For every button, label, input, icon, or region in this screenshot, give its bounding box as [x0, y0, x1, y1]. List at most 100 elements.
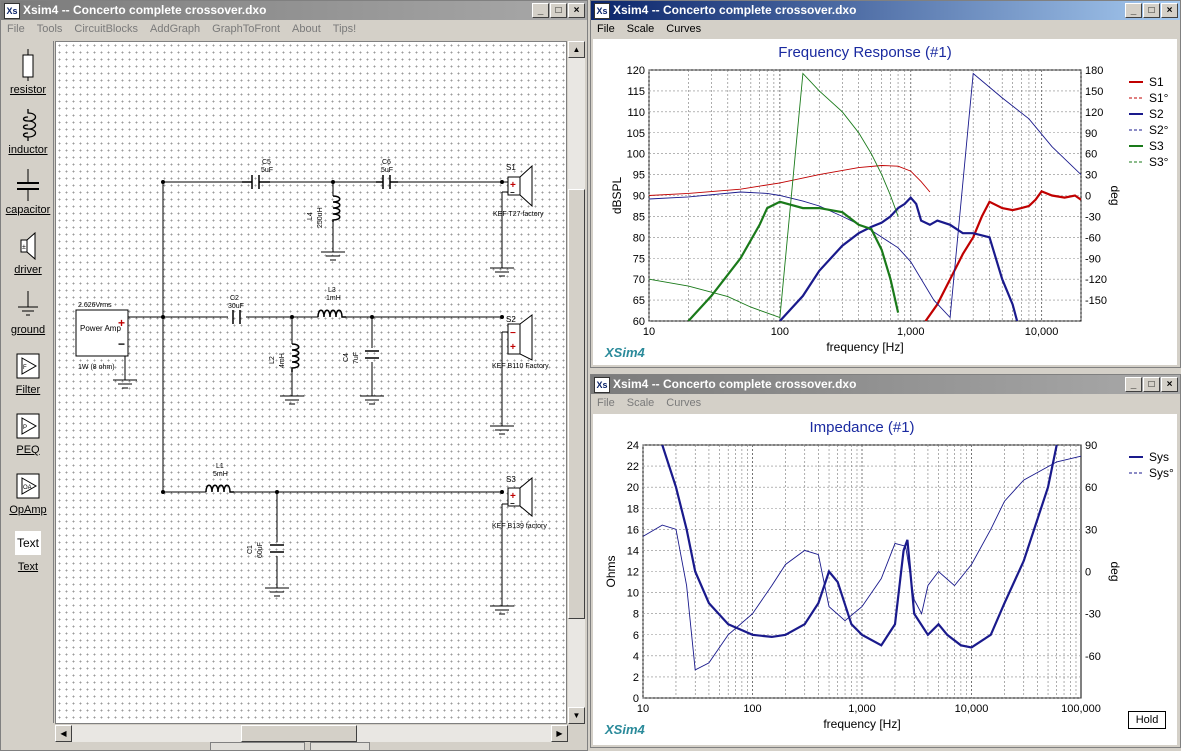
- power-amp-name: Power Amp: [80, 324, 121, 333]
- menu-tips[interactable]: Tips!: [327, 20, 362, 39]
- menu-graphtofront[interactable]: GraphToFront: [206, 20, 286, 39]
- tool-ground[interactable]: ground: [3, 289, 53, 336]
- scroll-right-button[interactable]: ▶: [551, 725, 568, 742]
- menu-file[interactable]: File: [1, 20, 31, 39]
- capacitor-c4[interactable]: [365, 350, 379, 359]
- capacitor-c6[interactable]: [376, 175, 398, 189]
- imp-y2-tick: -60: [1085, 651, 1101, 663]
- tool-filter[interactable]: F Filter: [3, 349, 53, 396]
- freq-y-tick: 110: [627, 107, 645, 119]
- freq-app-icon[interactable]: Xs: [594, 3, 610, 19]
- imp-menu-file[interactable]: File: [591, 394, 621, 413]
- svg-text:F: F: [23, 365, 27, 371]
- tool-capacitor-label: capacitor: [5, 204, 51, 216]
- inductor-icon: [22, 109, 37, 143]
- menu-addgraph[interactable]: AddGraph: [144, 20, 206, 39]
- freq-titlebar[interactable]: Xs Xsim4 -- Concerto complete crossover.…: [591, 1, 1180, 20]
- impedance-chart[interactable]: Impedance (#1)024681012141618202224-60-3…: [593, 414, 1177, 745]
- freq-close-button[interactable]: ×: [1161, 3, 1178, 18]
- freq-y2-tick: 120: [1085, 107, 1103, 119]
- imp-y-axis-label: Ohms: [604, 555, 618, 587]
- imp-minimize-button[interactable]: _: [1125, 377, 1142, 392]
- tool-driver[interactable]: ± driver: [3, 229, 53, 276]
- maximize-button[interactable]: □: [550, 3, 567, 18]
- svg-text:5mH: 5mH: [213, 471, 228, 478]
- capacitor-c5[interactable]: [242, 175, 270, 189]
- schematic-canvas[interactable]: Power Amp 2.626Vrms 1W (8 ohm) + − + − S1…: [55, 41, 567, 724]
- vertical-scroll-thumb[interactable]: [568, 189, 585, 619]
- driver-s2[interactable]: − + S2 KEF B110 Factory: [492, 314, 549, 370]
- freq-menu-file[interactable]: File: [591, 20, 621, 39]
- driver-s3[interactable]: +− S3 KEF B139 factory: [492, 475, 547, 530]
- menu-about[interactable]: About: [286, 20, 327, 39]
- freq-x-tick: 10,000: [1025, 326, 1059, 338]
- frequency-response-window: Xs Xsim4 -- Concerto complete crossover.…: [590, 0, 1181, 368]
- menu-tools[interactable]: Tools: [31, 20, 69, 39]
- inductor-l2[interactable]: [291, 343, 300, 372]
- tool-filter-label: Filter: [15, 384, 41, 396]
- imp-y2-axis-label: deg: [1108, 561, 1122, 581]
- capacitor-c2[interactable]: [232, 310, 241, 324]
- minimize-button[interactable]: _: [532, 3, 549, 18]
- peq-icon: P: [16, 413, 40, 439]
- horizontal-scroll-thumb[interactable]: [241, 725, 357, 742]
- bottom-tab-2[interactable]: [310, 742, 370, 751]
- inductor-l4[interactable]: [332, 195, 341, 222]
- scroll-down-button[interactable]: ▼: [568, 707, 585, 724]
- hold-button[interactable]: Hold: [1128, 711, 1166, 729]
- imp-menu-curves[interactable]: Curves: [660, 394, 707, 413]
- driver-s1-id: S1: [506, 163, 516, 172]
- freq-x-axis-label: frequency [Hz]: [826, 340, 903, 354]
- freq-y2-tick: 0: [1085, 191, 1091, 203]
- frequency-response-chart[interactable]: Frequency Response (#1) 60 65 70 75 80 85 90 95 1…: [593, 39, 1177, 365]
- tool-peq[interactable]: P PEQ: [3, 409, 53, 456]
- driver-s2-label: KEF B110 Factory: [492, 363, 549, 370]
- svg-text:250uH: 250uH: [317, 207, 324, 228]
- driver-s1[interactable]: +− S1 KEF T27 factory: [493, 163, 544, 218]
- imp-menu-scale[interactable]: Scale: [621, 394, 661, 413]
- tool-inductor[interactable]: inductor: [3, 109, 53, 156]
- scroll-up-button[interactable]: ▲: [568, 41, 585, 58]
- imp-y2-tick: 90: [1085, 440, 1097, 452]
- svg-text:L3: L3: [328, 287, 336, 294]
- inductor-l3[interactable]: [317, 309, 346, 318]
- resistor-icon: [22, 49, 34, 83]
- schematic-vertical-scrollbar[interactable]: ▲ ▼: [568, 41, 585, 724]
- menu-circuitblocks[interactable]: CircuitBlocks: [68, 20, 144, 39]
- imp-legend-label-0: Sys: [1149, 450, 1169, 464]
- freq-legend-label-0: S1: [1149, 75, 1164, 89]
- capacitor-c1[interactable]: [270, 544, 284, 553]
- freq-legend-label-2: S2: [1149, 107, 1164, 121]
- tool-resistor[interactable]: resistor: [3, 49, 53, 96]
- schematic-horizontal-scrollbar[interactable]: ◀ ▶: [55, 725, 568, 742]
- imp-maximize-button[interactable]: □: [1143, 377, 1160, 392]
- app-icon[interactable]: Xs: [4, 3, 20, 19]
- plus-terminal: +: [118, 316, 125, 330]
- inductor-l1[interactable]: [205, 484, 234, 493]
- tool-resistor-label: resistor: [9, 84, 47, 96]
- speaker-icon: ±: [20, 231, 36, 261]
- scroll-left-button[interactable]: ◀: [55, 725, 72, 742]
- imp-y-tick: 16: [627, 524, 639, 536]
- main-titlebar[interactable]: Xs Xsim4 -- Concerto complete crossover.…: [1, 1, 587, 20]
- ground-symbols: [113, 251, 514, 615]
- freq-minimize-button[interactable]: _: [1125, 3, 1142, 18]
- imp-x-axis-label: frequency [Hz]: [823, 717, 900, 731]
- svg-text:−: −: [510, 328, 516, 339]
- imp-titlebar[interactable]: Xs Xsim4 -- Concerto complete crossover.…: [591, 375, 1180, 394]
- power-amp-source[interactable]: Power Amp 2.626Vrms 1W (8 ohm) + −: [75, 302, 129, 371]
- freq-menu-curves[interactable]: Curves: [660, 20, 707, 39]
- bottom-tab-1[interactable]: [210, 742, 305, 751]
- freq-menu-scale[interactable]: Scale: [621, 20, 661, 39]
- imp-close-button[interactable]: ×: [1161, 377, 1178, 392]
- tool-capacitor[interactable]: capacitor: [3, 169, 53, 216]
- close-button[interactable]: ×: [568, 3, 585, 18]
- imp-y-tick: 8: [633, 609, 639, 621]
- freq-legend-label-4: S3: [1149, 139, 1164, 153]
- tool-opamp[interactable]: OA OpAmp: [3, 469, 53, 516]
- tool-text[interactable]: Text Text: [3, 531, 53, 573]
- freq-chart-title: Frequency Response (#1): [778, 44, 951, 61]
- freq-maximize-button[interactable]: □: [1143, 3, 1160, 18]
- imp-app-icon[interactable]: Xs: [594, 377, 610, 393]
- imp-y-tick: 20: [627, 482, 639, 494]
